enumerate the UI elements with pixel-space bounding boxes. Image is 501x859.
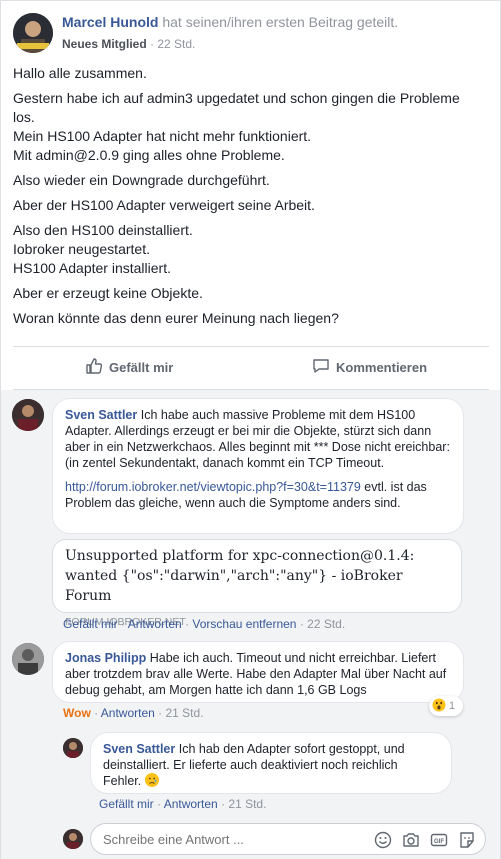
post-paragraph: Gestern habe ich auf admin3 upgedatet un… (13, 89, 483, 165)
post-meta: Neues Mitglied · 22 Std. (62, 37, 195, 51)
camera-icon[interactable] (401, 830, 421, 850)
comment-time[interactable]: 22 Std. (307, 617, 345, 631)
link-preview-card[interactable]: Unsupported platform for xpc-connection@… (52, 539, 462, 628)
like-label: Gefällt mir (109, 359, 174, 375)
thumbs-up-icon (85, 357, 103, 378)
reply-bubble: Sven Sattler Ich hab den Adapter sofort … (90, 732, 452, 794)
commenter-avatar[interactable] (63, 738, 83, 758)
post-header: Marcel Hunold hat seinen/ihren ersten Be… (13, 11, 493, 55)
post-actions: Gefällt mir Kommentieren (13, 349, 489, 385)
post-time[interactable]: · 22 Std. (147, 37, 195, 51)
commenter-name[interactable]: Sven Sattler (103, 742, 175, 756)
reply-composer: GIF (90, 823, 486, 855)
author-name[interactable]: Marcel Hunold (62, 14, 158, 30)
comment-reply-link[interactable]: Antworten (101, 706, 155, 720)
post-paragraph: Hallo alle zusammen. (13, 65, 147, 81)
comment-like-link[interactable]: Gefällt mir (63, 617, 118, 631)
current-user-avatar (63, 829, 83, 849)
reply-input[interactable] (103, 832, 363, 847)
post-card: Marcel Hunold hat seinen/ihren ersten Be… (0, 0, 501, 859)
comment-bubble: Sven Sattler Ich habe auch massive Probl… (52, 398, 464, 534)
post-body: Hallo alle zusammen. Gestern habe ich au… (13, 64, 483, 334)
commenter-avatar[interactable] (12, 399, 44, 431)
comment-button[interactable]: Kommentieren (312, 349, 427, 385)
post-line: HS100 Adapter installiert. (13, 260, 171, 276)
smiley-icon[interactable] (373, 830, 393, 850)
comment-time[interactable]: 21 Std. (228, 797, 266, 811)
comment-reply-link[interactable]: Antworten (128, 617, 182, 631)
wow-reaction-icon (432, 698, 446, 715)
comment-link-line: http://forum.iobroker.net/viewtopic.php?… (65, 479, 451, 511)
post-line: Gestern habe ich auf admin3 upgedatet un… (13, 90, 460, 125)
comment-like-link[interactable]: Gefällt mir (99, 797, 154, 811)
post-paragraph: Woran könnte das denn eurer Meinung nach… (13, 310, 339, 326)
link-preview-title: Unsupported platform for xpc-connection@… (65, 548, 415, 604)
post-paragraph: Aber er erzeugt keine Objekte. (13, 285, 203, 301)
comment-actions: Gefällt mir · Antworten · Vorschau entfe… (63, 617, 346, 631)
divider (13, 346, 489, 347)
comment-bubble: Jonas Philipp Habe ich auch. Timeout und… (52, 641, 464, 703)
composer-icons: GIF (373, 830, 477, 850)
sad-emoji-icon (144, 773, 159, 787)
commenter-name[interactable]: Jonas Philipp (65, 651, 146, 665)
gif-icon[interactable]: GIF (429, 830, 449, 850)
post-paragraph: Aber der HS100 Adapter verweigert seine … (13, 197, 315, 213)
comment-icon (312, 357, 330, 378)
post-line: Mit admin@2.0.9 ging alles ohne Probleme… (13, 147, 285, 163)
post-paragraph: Also wieder ein Downgrade durchgeführt. (13, 172, 270, 188)
author-avatar[interactable] (13, 13, 53, 53)
author-line: Marcel Hunold hat seinen/ihren ersten Be… (62, 14, 398, 30)
member-badge: Neues Mitglied (62, 37, 147, 51)
comment-actions: Wow · Antworten · 21 Std. (63, 706, 204, 720)
commenter-avatar[interactable] (12, 643, 44, 675)
post-paragraph: Also den HS100 deinstalliert. Iobroker ne… (13, 221, 483, 278)
remove-preview-link[interactable]: Vorschau entfernen (192, 617, 296, 631)
comment-time[interactable]: 21 Std. (166, 706, 204, 720)
post-line: Mein HS100 Adapter hat nicht mehr funkti… (13, 128, 312, 144)
comment-label: Kommentieren (336, 359, 428, 375)
comment-actions: Gefällt mir · Antworten · 21 Std. (99, 797, 267, 811)
like-button[interactable]: Gefällt mir (85, 349, 173, 385)
sticker-icon[interactable] (457, 830, 477, 850)
post-line: Iobroker neugestartet. (13, 241, 150, 257)
post-action-text: hat seinen/ihren ersten Beitrag geteilt. (158, 14, 399, 30)
post-line: Also den HS100 deinstalliert. (13, 222, 193, 238)
comment-link[interactable]: http://forum.iobroker.net/viewtopic.php?… (65, 480, 361, 494)
reaction-number: 1 (449, 700, 456, 712)
reaction-count[interactable]: 1 (429, 696, 463, 716)
comment-reply-link[interactable]: Antworten (164, 797, 218, 811)
wow-reaction-link[interactable]: Wow (63, 706, 91, 720)
commenter-name[interactable]: Sven Sattler (65, 408, 137, 422)
svg-text:GIF: GIF (434, 839, 444, 845)
